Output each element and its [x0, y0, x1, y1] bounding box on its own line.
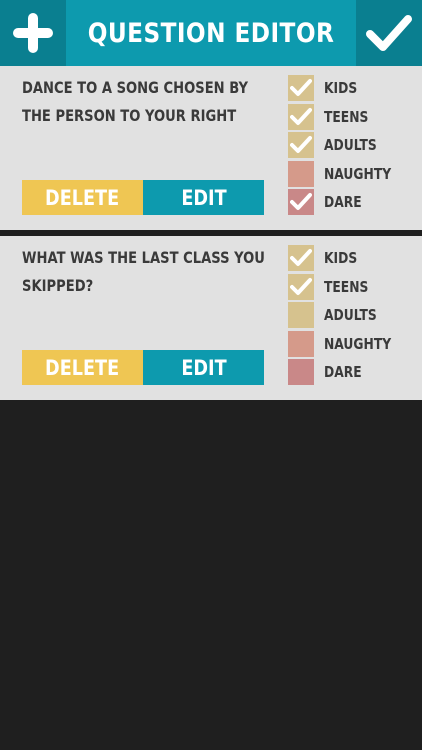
category-teens-toggle[interactable]: TEENS: [288, 103, 418, 132]
delete-button-label: DELETE: [45, 185, 120, 210]
category-checkbox[interactable]: [288, 132, 314, 159]
category-checkbox[interactable]: [288, 189, 314, 216]
category-label: KIDS: [324, 79, 358, 98]
question-card: WHAT WAS THE LAST CLASS YOU SKIPPED? DEL…: [0, 236, 422, 400]
category-kids-toggle[interactable]: KIDS: [288, 244, 418, 273]
category-label: TEENS: [324, 277, 369, 296]
category-label: DARE: [324, 363, 362, 382]
plus-icon: [13, 13, 53, 53]
question-text: DANCE TO A SONG CHOSEN BY THE PERSON TO …: [22, 78, 248, 125]
checkmark-icon: [290, 193, 312, 211]
category-naughty-toggle[interactable]: NAUGHTY: [288, 330, 418, 359]
category-label: DARE: [324, 193, 362, 212]
checkmark-icon: [290, 107, 312, 125]
edit-button[interactable]: EDIT: [143, 350, 264, 385]
category-label: KIDS: [324, 249, 358, 268]
confirm-button[interactable]: [356, 0, 422, 66]
category-checkbox[interactable]: [288, 245, 314, 272]
question-card: DANCE TO A SONG CHOSEN BY THE PERSON TO …: [0, 66, 422, 230]
delete-button[interactable]: DELETE: [22, 180, 143, 215]
category-kids-toggle[interactable]: KIDS: [288, 74, 418, 103]
category-checkbox[interactable]: [288, 75, 314, 102]
category-checkbox[interactable]: [288, 103, 314, 130]
category-label: NAUGHTY: [324, 334, 392, 353]
question-text: WHAT WAS THE LAST CLASS YOU SKIPPED?: [22, 248, 265, 295]
edit-button[interactable]: EDIT: [143, 180, 264, 215]
checkmark-icon: [366, 15, 412, 51]
checkmark-icon: [290, 249, 312, 267]
category-checkbox[interactable]: [288, 160, 314, 187]
category-label: ADULTS: [324, 306, 377, 325]
category-label: NAUGHTY: [324, 164, 392, 183]
checkmark-icon: [290, 79, 312, 97]
category-label: ADULTS: [324, 136, 377, 155]
checkmark-icon: [290, 277, 312, 295]
category-label: TEENS: [324, 107, 369, 126]
edit-button-label: EDIT: [180, 185, 227, 210]
category-teens-toggle[interactable]: TEENS: [288, 273, 418, 302]
category-list: KIDS TEENS ADULTS NAUGHTY DARE: [288, 74, 418, 217]
page-title: QUESTION EDITOR: [87, 17, 335, 49]
delete-button-label: DELETE: [45, 355, 120, 380]
add-question-button[interactable]: [0, 0, 66, 66]
header-bar: QUESTION EDITOR: [0, 0, 422, 66]
category-checkbox[interactable]: [288, 273, 314, 300]
category-checkbox[interactable]: [288, 302, 314, 329]
category-dare-toggle[interactable]: DARE: [288, 358, 418, 387]
delete-button[interactable]: DELETE: [22, 350, 143, 385]
category-list: KIDS TEENS ADULTS NAUGHTY DARE: [288, 244, 418, 387]
category-adults-toggle[interactable]: ADULTS: [288, 131, 418, 160]
category-checkbox[interactable]: [288, 330, 314, 357]
category-naughty-toggle[interactable]: NAUGHTY: [288, 160, 418, 189]
checkmark-icon: [290, 136, 312, 154]
category-checkbox[interactable]: [288, 359, 314, 386]
category-adults-toggle[interactable]: ADULTS: [288, 301, 418, 330]
category-dare-toggle[interactable]: DARE: [288, 188, 418, 217]
edit-button-label: EDIT: [180, 355, 227, 380]
